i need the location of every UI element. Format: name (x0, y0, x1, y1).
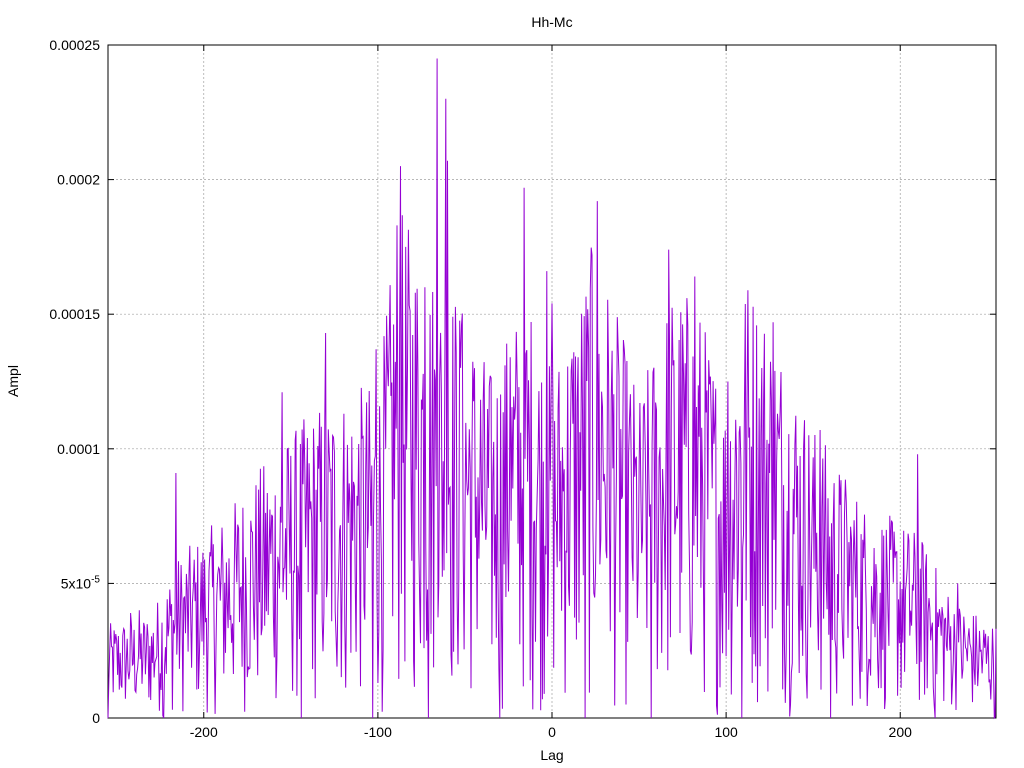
y-axis-label: Ampl (5, 365, 21, 397)
lag-amplitude-chart: -200 -100 0 100 200 0 5x10-5 0.0001 0.00015 0.000… (5, 14, 997, 763)
x-tick-label: -200 (190, 724, 218, 740)
y-tick-label: 0.00015 (49, 306, 100, 322)
x-tick-label: 0 (548, 724, 556, 740)
y-tick-label: 0 (92, 710, 100, 726)
y-tick-label: 0.0002 (57, 172, 100, 188)
y-tick-label: 0.0001 (57, 441, 100, 457)
chart-title: Hh-Mc (531, 14, 572, 30)
x-axis-label: Lag (540, 747, 563, 763)
x-tick-label: 100 (714, 724, 738, 740)
y-tick-label: 0.00025 (49, 37, 100, 53)
x-tick-label: -100 (364, 724, 392, 740)
y-tick-label: 5x10-5 (61, 574, 101, 591)
x-tick-label: 200 (889, 724, 913, 740)
